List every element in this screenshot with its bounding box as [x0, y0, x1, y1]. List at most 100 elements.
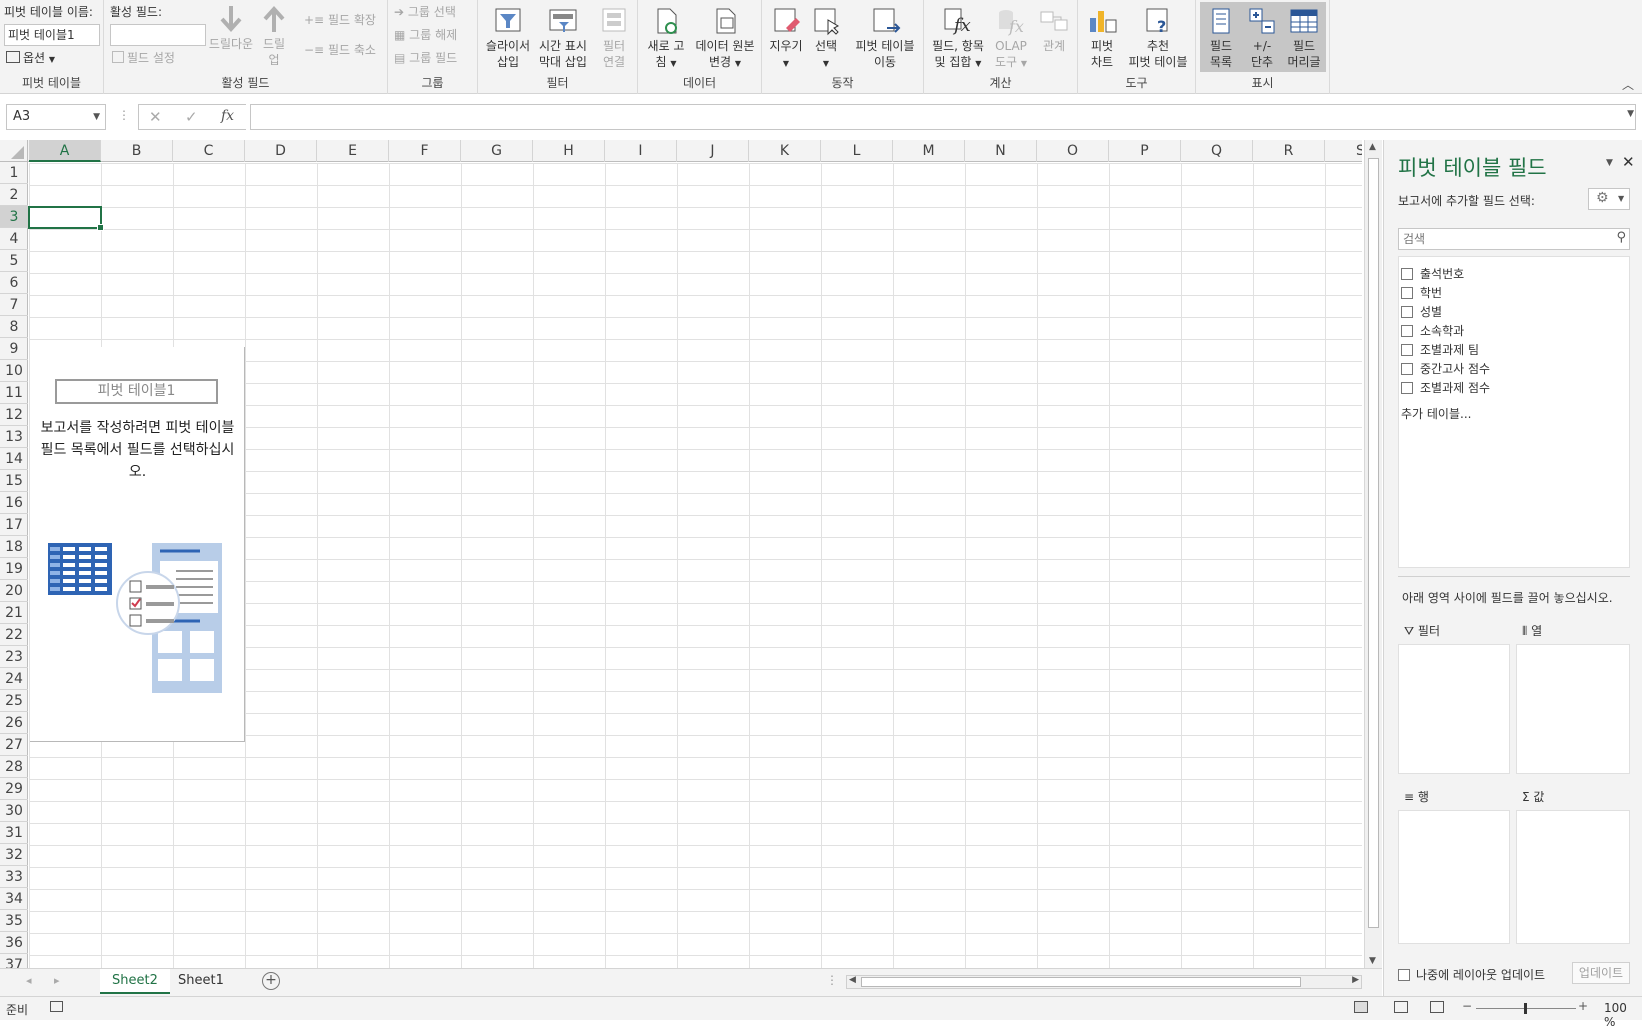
rows-area-dropzone[interactable]	[1398, 810, 1510, 944]
recommended-pivot-button[interactable]: ? 추천 피벗 테이블	[1122, 6, 1194, 70]
cancel-icon[interactable]: ✕	[149, 108, 162, 126]
macro-record-icon[interactable]	[50, 1001, 63, 1012]
row-header[interactable]: 36	[0, 932, 28, 954]
split-handle-icon[interactable]: ⋮	[826, 973, 838, 987]
pivot-chart-button[interactable]: 피벗 차트	[1082, 6, 1122, 70]
field-item[interactable]: 학번	[1401, 284, 1442, 302]
collapse-field-button[interactable]: −≡ 필드 축소	[304, 40, 376, 60]
field-item[interactable]: 출석번호	[1401, 265, 1464, 283]
active-cell-selection[interactable]	[28, 206, 104, 231]
columns-area-dropzone[interactable]	[1516, 644, 1630, 774]
group-field-button[interactable]: ▤ 그룹 필드	[394, 48, 457, 68]
row-header[interactable]: 8	[0, 316, 28, 338]
insert-function-icon[interactable]: fx	[221, 108, 234, 124]
column-header[interactable]: O	[1037, 140, 1109, 162]
filter-area-dropzone[interactable]	[1398, 644, 1510, 774]
row-header[interactable]: 21	[0, 602, 28, 624]
row-header[interactable]: 23	[0, 646, 28, 668]
checkbox[interactable]	[1401, 287, 1413, 299]
scroll-down-icon[interactable]: ▼	[1369, 956, 1376, 966]
scroll-left-icon[interactable]: ◀	[849, 975, 856, 985]
pivot-table-placeholder[interactable]: 피벗 테이블1 보고서를 작성하려면 피벗 테이블 필드 목록에서 필드를 선택…	[30, 347, 245, 742]
row-header[interactable]: 12	[0, 404, 28, 426]
row-header[interactable]: 1	[0, 162, 28, 184]
insert-timeline-button[interactable]: 시간 표시 막대 삽입	[534, 6, 592, 70]
zoom-out-icon[interactable]: −	[1462, 999, 1472, 1013]
formula-input[interactable]	[250, 104, 1636, 130]
column-header[interactable]: J	[677, 140, 749, 162]
row-header[interactable]: 2	[0, 184, 28, 206]
scroll-up-icon[interactable]: ▲	[1369, 142, 1376, 152]
pivot-name-input[interactable]: 피벗 테이블1	[4, 24, 100, 46]
name-box[interactable]: A3 ▼	[6, 104, 106, 130]
column-header[interactable]: P	[1109, 140, 1181, 162]
checkbox[interactable]	[1398, 969, 1410, 981]
row-header[interactable]: 13	[0, 426, 28, 448]
row-header[interactable]: 4	[0, 228, 28, 250]
collapse-ribbon-icon[interactable]: ︿	[1622, 76, 1634, 93]
checkbox[interactable]	[1401, 382, 1413, 394]
add-sheet-icon[interactable]: +	[262, 972, 280, 990]
sheet-tab-sheet2[interactable]: Sheet2	[100, 969, 170, 994]
row-header[interactable]: 11	[0, 382, 28, 404]
search-icon[interactable]: ⚲	[1616, 228, 1626, 248]
enter-icon[interactable]: ✓	[185, 108, 198, 126]
zoom-in-icon[interactable]: +	[1578, 999, 1588, 1013]
checkbox[interactable]	[1401, 325, 1413, 337]
close-icon[interactable]: ✕	[1622, 153, 1635, 171]
row-header[interactable]: 19	[0, 558, 28, 580]
row-header[interactable]: 31	[0, 822, 28, 844]
row-header[interactable]: 35	[0, 910, 28, 932]
row-header[interactable]: 7	[0, 294, 28, 316]
horizontal-scrollbar[interactable]: ◀ ▶	[846, 975, 1362, 989]
insert-slicer-button[interactable]: 슬라이서 삽입	[482, 6, 534, 70]
row-header[interactable]: 15	[0, 470, 28, 492]
column-header[interactable]: R	[1253, 140, 1325, 162]
vertical-scroll-thumb[interactable]	[1368, 158, 1379, 928]
row-header[interactable]: 20	[0, 580, 28, 602]
pane-splitter[interactable]	[1398, 576, 1630, 577]
tab-scroll-left-icon[interactable]: ◂	[26, 974, 32, 987]
chevron-down-icon[interactable]: ▼	[93, 105, 100, 129]
row-header[interactable]: 9	[0, 338, 28, 360]
column-header[interactable]: N	[965, 140, 1037, 162]
zoom-slider[interactable]	[1476, 1003, 1576, 1014]
column-header[interactable]: G	[461, 140, 533, 162]
column-header[interactable]: K	[749, 140, 821, 162]
pane-settings-button[interactable]: ⚙ ▼	[1588, 188, 1630, 210]
zoom-level[interactable]: 100 %	[1604, 1001, 1642, 1029]
page-break-view-icon[interactable]	[1430, 1001, 1444, 1013]
field-item[interactable]: 조별과제 팀	[1401, 341, 1479, 359]
checkbox[interactable]	[1401, 344, 1413, 356]
worksheet-grid[interactable]: ABCDEFGHIJKLMNOPQRS 1 2 3 4 5 6 7 8 9 10 11 12 13 14 1…	[0, 140, 1362, 968]
group-selection-button[interactable]: ➔ 그룹 선택	[394, 2, 456, 22]
active-field-input[interactable]	[110, 24, 206, 46]
row-header[interactable]: 37	[0, 954, 28, 968]
defer-update-option[interactable]: 나중에 레이아웃 업데이트	[1398, 966, 1545, 983]
update-button[interactable]: 업데이트	[1572, 962, 1630, 984]
row-header[interactable]: 25	[0, 690, 28, 712]
checkbox[interactable]	[1401, 363, 1413, 375]
column-header[interactable]: D	[245, 140, 317, 162]
row-header[interactable]: 24	[0, 668, 28, 690]
row-header[interactable]: 22	[0, 624, 28, 646]
row-header[interactable]: 29	[0, 778, 28, 800]
expand-formula-icon[interactable]: ▼	[1627, 109, 1634, 119]
row-header[interactable]: 16	[0, 492, 28, 514]
column-header[interactable]: F	[389, 140, 461, 162]
sheet-tab-sheet1[interactable]: Sheet1	[166, 969, 236, 994]
row-header[interactable]: 14	[0, 448, 28, 470]
options-button[interactable]: 옵션 ▼	[6, 48, 55, 68]
row-header[interactable]: 33	[0, 866, 28, 888]
row-header[interactable]: 5	[0, 250, 28, 272]
column-header[interactable]: E	[317, 140, 389, 162]
checkbox[interactable]	[1401, 306, 1413, 318]
select-all-corner[interactable]	[0, 140, 28, 162]
row-header[interactable]: 34	[0, 888, 28, 910]
fields-items-sets-button[interactable]: fx 필드, 항목 및 집합 ▼	[928, 6, 988, 72]
olap-tools-button[interactable]: fx OLAP 도구 ▼	[990, 6, 1032, 72]
column-header[interactable]: Q	[1181, 140, 1253, 162]
relationships-button[interactable]: 관계	[1034, 6, 1074, 54]
column-header[interactable]: A	[29, 140, 101, 162]
field-item[interactable]: 성별	[1401, 303, 1442, 321]
